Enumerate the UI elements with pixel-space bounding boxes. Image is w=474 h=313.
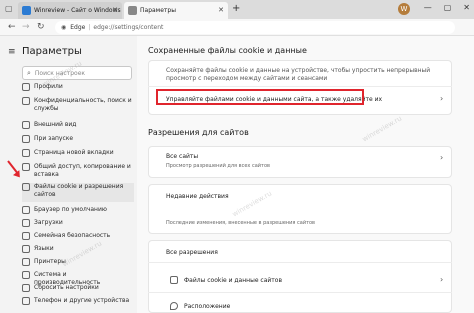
recent-activity-card <box>148 184 452 234</box>
profile-icon <box>22 83 30 91</box>
window-controls: — ▢ ✕ <box>424 3 470 12</box>
sidebar-item-downloads[interactable]: Загрузки <box>22 219 134 227</box>
sidebar-item-appearance[interactable]: Внешний вид <box>22 121 134 129</box>
edge-logo-icon: ◉ <box>61 24 67 31</box>
tab-winreview[interactable]: Winreview - Сайт о Windows ✕ <box>18 2 122 19</box>
sidebar-title: Параметры <box>22 46 82 57</box>
close-tab-icon[interactable]: ✕ <box>218 6 224 14</box>
tab-actions-icon[interactable]: ▢ <box>5 4 13 13</box>
site-label: Edge <box>70 24 86 31</box>
chevron-right-icon[interactable]: › <box>440 94 468 103</box>
divider <box>148 86 452 87</box>
sidebar-item-default-browser[interactable]: Браузер по умолчанию <box>22 206 134 214</box>
tab-bar: ▢ Winreview - Сайт о Windows ✕ Параметры… <box>0 0 474 19</box>
url-separator: | <box>88 24 91 31</box>
minimize-icon[interactable]: — <box>424 3 432 12</box>
profile-avatar[interactable]: W <box>398 3 410 15</box>
cookies-section-title: Сохраненные файлы cookie и данные <box>148 46 307 55</box>
reset-icon <box>22 284 30 292</box>
download-icon <box>22 219 30 227</box>
location-icon <box>170 302 178 310</box>
divider <box>148 292 452 293</box>
perm-location-label[interactable]: Расположение <box>184 303 230 310</box>
maximize-icon[interactable]: ▢ <box>444 3 452 12</box>
perm-cookies-label[interactable]: Файлы cookie и данные сайтов <box>184 277 282 284</box>
family-icon <box>22 232 30 240</box>
tab-settings[interactable]: Параметры ✕ <box>124 2 228 19</box>
highlight-box <box>156 89 364 105</box>
new-tab-icon[interactable]: + <box>232 3 240 14</box>
close-tab-icon[interactable]: ✕ <box>112 6 118 14</box>
sidebar-item-share[interactable]: Общий доступ, копирование и вставка <box>22 163 134 179</box>
site-favicon-icon <box>22 6 31 15</box>
printer-icon <box>22 258 30 266</box>
forward-icon[interactable]: → <box>22 22 30 32</box>
url-field[interactable]: ◉ Edge | edge://settings/content <box>55 21 455 34</box>
cookie-icon <box>170 276 178 284</box>
refresh-icon[interactable]: ↻ <box>37 22 45 32</box>
new-tab-page-icon <box>22 149 30 157</box>
tab-title: Winreview - Сайт о Windows <box>34 7 121 14</box>
sidebar-item-cookies[interactable]: Файлы cookie и разрешения сайтов <box>22 183 134 202</box>
lock-icon <box>22 97 30 105</box>
close-window-icon[interactable]: ✕ <box>463 3 470 12</box>
all-permissions-title: Все разрешения <box>166 249 218 256</box>
system-icon <box>22 271 30 279</box>
sidebar-item-profiles[interactable]: Профили <box>22 83 134 91</box>
sidebar-item-reset[interactable]: Сбросить настройки <box>22 284 134 292</box>
share-icon <box>22 163 30 171</box>
cookie-icon <box>22 183 30 191</box>
chevron-right-icon[interactable]: › <box>440 153 468 162</box>
sidebar-item-new-tab[interactable]: Страница новой вкладки <box>22 149 134 157</box>
all-sites-row[interactable] <box>148 146 452 178</box>
menu-icon[interactable]: ≡ <box>8 47 16 57</box>
recent-activity-subtitle: Последние изменения, внесенные в разреше… <box>166 220 315 226</box>
sidebar-item-startup[interactable]: При запуске <box>22 135 134 143</box>
all-sites-title: Все сайты <box>166 153 199 160</box>
recent-activity-title: Недавние действия <box>166 193 229 200</box>
appearance-icon <box>22 121 30 129</box>
chevron-right-icon[interactable]: › <box>440 275 468 284</box>
url-text: edge://settings/content <box>93 24 164 31</box>
browser-icon <box>22 206 30 214</box>
search-icon: ⌕ <box>27 68 31 77</box>
divider <box>148 262 452 263</box>
power-icon <box>22 135 30 143</box>
back-icon[interactable]: ← <box>8 22 16 32</box>
cookies-description: Сохраняйте файлы cookie и данные на устр… <box>166 67 431 82</box>
all-sites-subtitle: Просмотр разрешений для всех сайтов <box>166 163 270 169</box>
sidebar-item-privacy[interactable]: Конфиденциальность, поиск и службы <box>22 97 134 113</box>
address-bar: ← → ↻ ◉ Edge | edge://settings/content <box>0 19 474 36</box>
tab-title: Параметры <box>140 7 176 14</box>
phone-icon <box>22 297 30 305</box>
sidebar-item-phone[interactable]: Телефон и другие устройства <box>22 297 134 305</box>
sidebar-item-family[interactable]: Семейная безопасность <box>22 232 134 240</box>
language-icon <box>22 245 30 253</box>
permissions-section-title: Разрешения для сайтов <box>148 128 249 137</box>
settings-favicon-icon <box>128 6 137 15</box>
